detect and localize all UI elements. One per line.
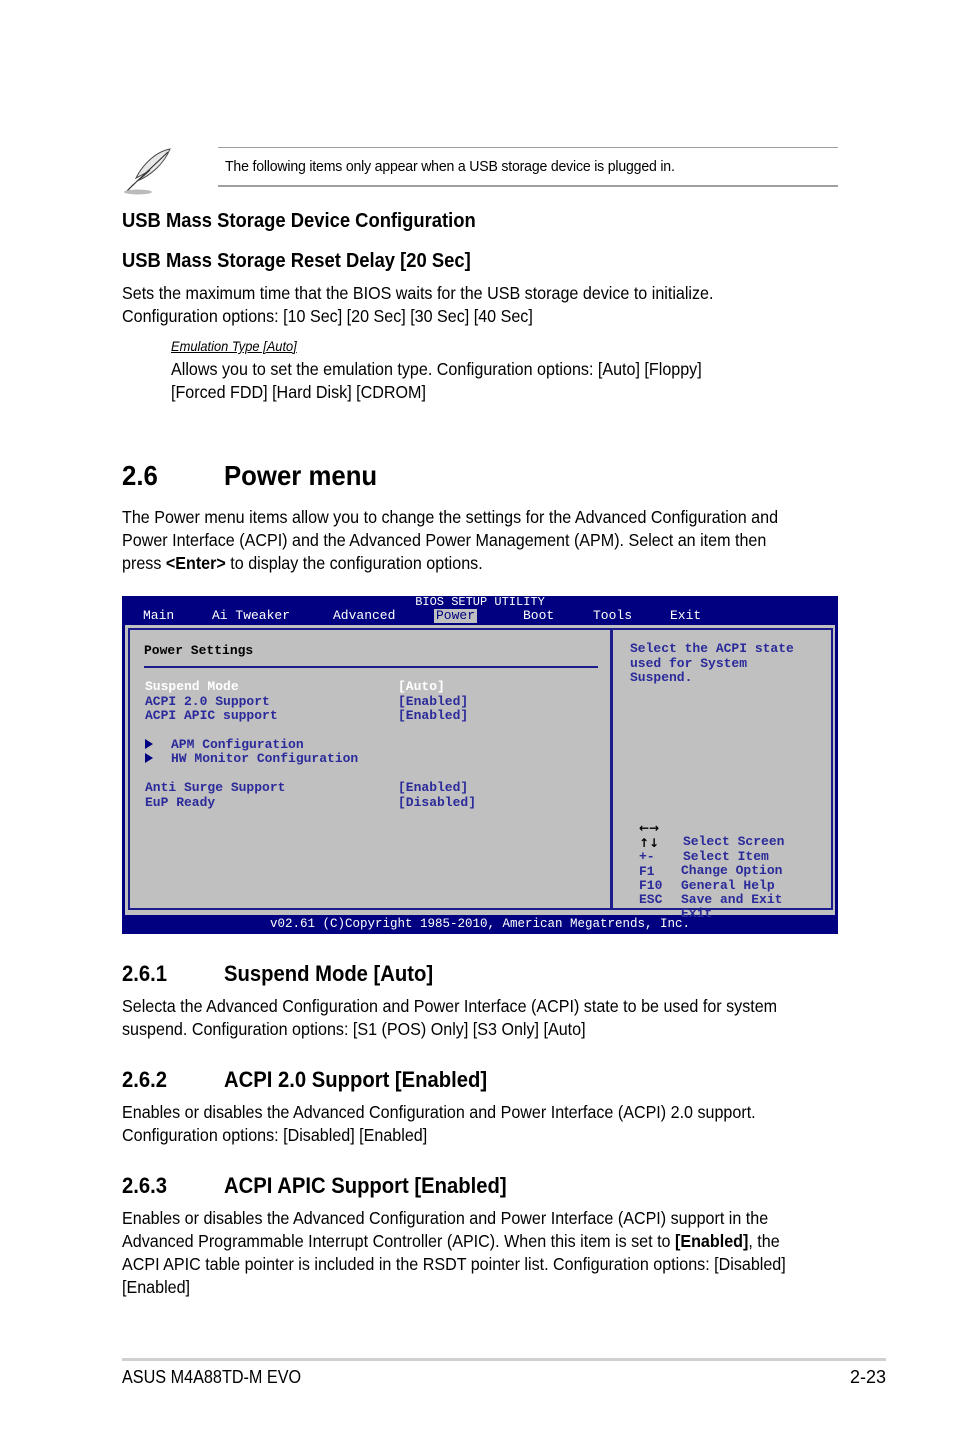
suspend-mode-item[interactable]: Suspend Mode — [145, 679, 239, 695]
note-divider-top — [218, 147, 838, 148]
emulation-type-line-1: Allows you to set the emulation type. Co… — [171, 359, 702, 379]
bios-menu-boot[interactable]: Boot — [523, 609, 554, 623]
anti-surge-support-item[interactable]: Anti Surge Support — [145, 780, 285, 796]
help-line: Suspend. — [630, 670, 693, 685]
submenu-arrow-icon — [145, 753, 153, 763]
footer-page-number: 2-23 — [849, 1367, 886, 1387]
enter-key-label: <Enter> — [165, 553, 226, 573]
text-span: , the — [748, 1231, 780, 1251]
subsection-title: ACPI APIC Support [Enabled] — [224, 1173, 507, 1198]
bios-menu-advanced[interactable]: Advanced — [333, 609, 395, 623]
bios-menu-ai-tweaker[interactable]: Ai Tweaker — [212, 609, 290, 623]
usb-reset-delay-heading: USB Mass Storage Reset Delay [20 Sec] — [122, 250, 471, 272]
help-line: Select the ACPI state — [630, 641, 794, 656]
eup-ready-value[interactable]: [Disabled] — [398, 795, 476, 811]
submenu-label: HW Monitor Configuration — [171, 751, 359, 766]
bios-settings-panel: Power Settings Suspend Mode [Auto] ACPI … — [128, 628, 612, 910]
bios-menu-main[interactable]: Main — [143, 609, 174, 623]
bios-screenshot: BIOS SETUP UTILITY Main Ai Tweaker Advan… — [122, 596, 838, 934]
subsection-number: 2.6.2 — [122, 1067, 168, 1092]
bios-menu-power[interactable]: Power — [434, 609, 478, 623]
subsection-text-line: Selecta the Advanced Configuration and P… — [122, 996, 778, 1016]
section-intro-line-3: press <Enter> to display the configurati… — [122, 552, 483, 575]
subsection-text-line: Enables or disables the Advanced Configu… — [122, 1102, 756, 1122]
usb-reset-delay-line-2: Configuration options: [10 Sec] [20 Sec]… — [122, 306, 533, 326]
subsection-text-line: Enables or disables the Advanced Configu… — [122, 1208, 769, 1228]
eup-ready-item[interactable]: EuP Ready — [145, 795, 215, 811]
intro-text: to display the configuration options. — [225, 553, 483, 573]
footer-product: ASUS M4A88TD-M EVO — [122, 1367, 302, 1387]
submenu-label: APM Configuration — [171, 737, 304, 752]
section-intro-line-2: Power Interface (ACPI) and the Advanced … — [122, 530, 767, 550]
subsection-number: 2.6.1 — [122, 961, 168, 986]
emulation-type-line-2: [Forced FDD] [Hard Disk] [CDROM] — [171, 382, 426, 402]
section-intro-line-1: The Power menu items allow you to change… — [122, 507, 779, 527]
help-text: Select the ACPI state used for System Susp… — [630, 641, 794, 686]
key-label: ESC — [639, 891, 663, 907]
intro-text: press — [122, 553, 166, 573]
emulation-type-heading: Emulation Type [Auto] — [171, 338, 297, 354]
acpi-apic-support-item[interactable]: ACPI APIC support — [145, 708, 278, 724]
subsection-text-line: [Enabled] — [122, 1277, 191, 1297]
usb-reset-delay-line-1: Sets the maximum time that the BIOS wait… — [122, 283, 714, 303]
note-text: The following items only appear when a U… — [225, 158, 675, 175]
acpi-apic-support-value[interactable]: [Enabled] — [398, 708, 468, 724]
footer-divider — [122, 1358, 886, 1361]
note-divider-bottom — [218, 185, 838, 187]
bios-help-panel: Select the ACPI state used for System Susp… — [611, 628, 833, 921]
subsection-text-line: suspend. Configuration options: [S1 (POS… — [122, 1019, 586, 1039]
subsection-title: Suspend Mode [Auto] — [224, 961, 434, 986]
hw-monitor-configuration-submenu[interactable]: HW Monitor Configuration — [145, 751, 359, 767]
usb-config-heading: USB Mass Storage Device Configuration — [122, 210, 476, 232]
subsection-text-line: ACPI APIC table pointer is included in t… — [122, 1254, 786, 1274]
section-title: Power menu — [224, 460, 378, 491]
bios-menu-tools[interactable]: Tools — [593, 609, 632, 623]
subsection-title: ACPI 2.0 Support [Enabled] — [224, 1067, 488, 1092]
subsection-text-line: Advanced Programmable Interrupt Controll… — [122, 1230, 780, 1253]
enabled-emphasis: [Enabled] — [674, 1231, 749, 1251]
subsection-text-line: Configuration options: [Disabled] [Enabl… — [122, 1125, 428, 1145]
anti-surge-support-value[interactable]: [Enabled] — [398, 780, 468, 796]
power-settings-heading: Power Settings — [144, 643, 254, 658]
settings-divider — [144, 666, 598, 668]
bios-body: Power Settings Suspend Mode [Auto] ACPI … — [125, 625, 835, 921]
text-span: Advanced Programmable Interrupt Controll… — [122, 1231, 675, 1251]
quill-pen-icon — [120, 146, 176, 196]
suspend-mode-value[interactable]: [Auto] — [398, 679, 445, 695]
section-number: 2.6 — [122, 460, 158, 491]
bios-copyright: v02.61 (C)Copyright 1985-2010, American … — [269, 917, 691, 931]
bios-menu-exit[interactable]: Exit — [670, 609, 701, 623]
submenu-arrow-icon — [145, 739, 153, 749]
bios-menu-bar: Main Ai Tweaker Advanced Power Boot Tool… — [122, 609, 838, 623]
help-line: used for System — [630, 655, 748, 671]
section-heading: 2.6 — [122, 460, 158, 492]
subsection-number: 2.6.3 — [122, 1173, 168, 1198]
